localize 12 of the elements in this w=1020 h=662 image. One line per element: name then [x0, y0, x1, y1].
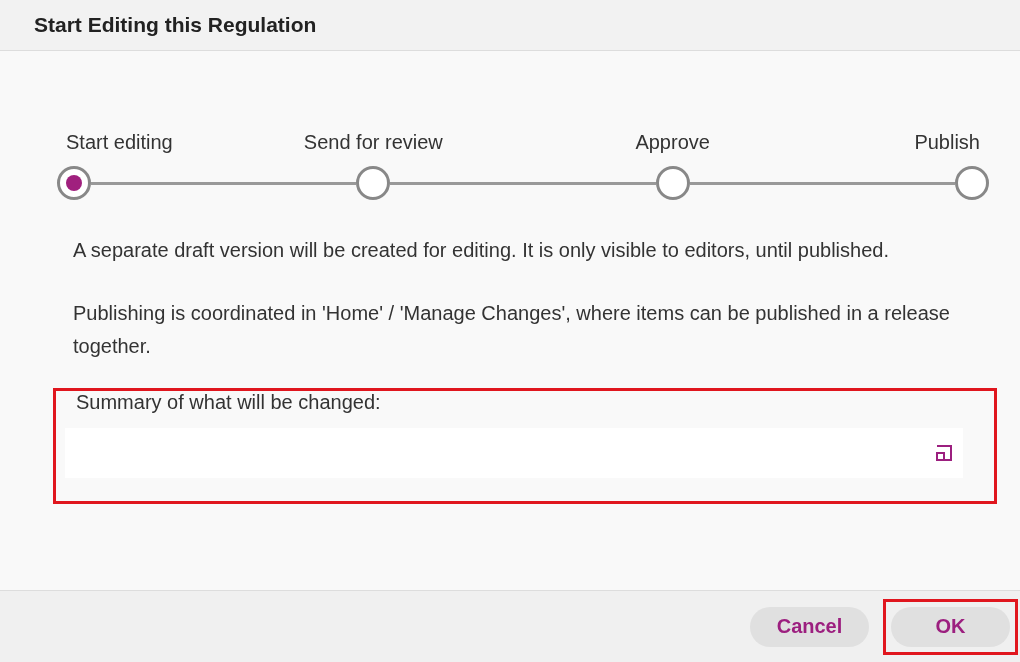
expand-icon[interactable]	[935, 444, 953, 462]
step-label: Send for review	[303, 131, 443, 154]
step-label: Start editing	[66, 131, 173, 154]
info-paragraph: A separate draft version will be created for editing. It is only visible to editors, until published.	[73, 238, 890, 263]
info-paragraph: Publishing is coordinated in 'Home' / 'Manage Changes', where items can be published in a release together.	[73, 301, 951, 359]
dialog-title: Start Editing this Regulation	[34, 13, 317, 37]
summary-input-field[interactable]	[65, 428, 963, 478]
summary-label: Summary of what will be changed:	[76, 391, 382, 413]
step-label: Approve	[635, 131, 710, 154]
ok-button[interactable]: OK	[891, 606, 1010, 647]
cancel-button[interactable]: Cancel	[750, 606, 869, 647]
step-label: Publish	[914, 131, 980, 154]
